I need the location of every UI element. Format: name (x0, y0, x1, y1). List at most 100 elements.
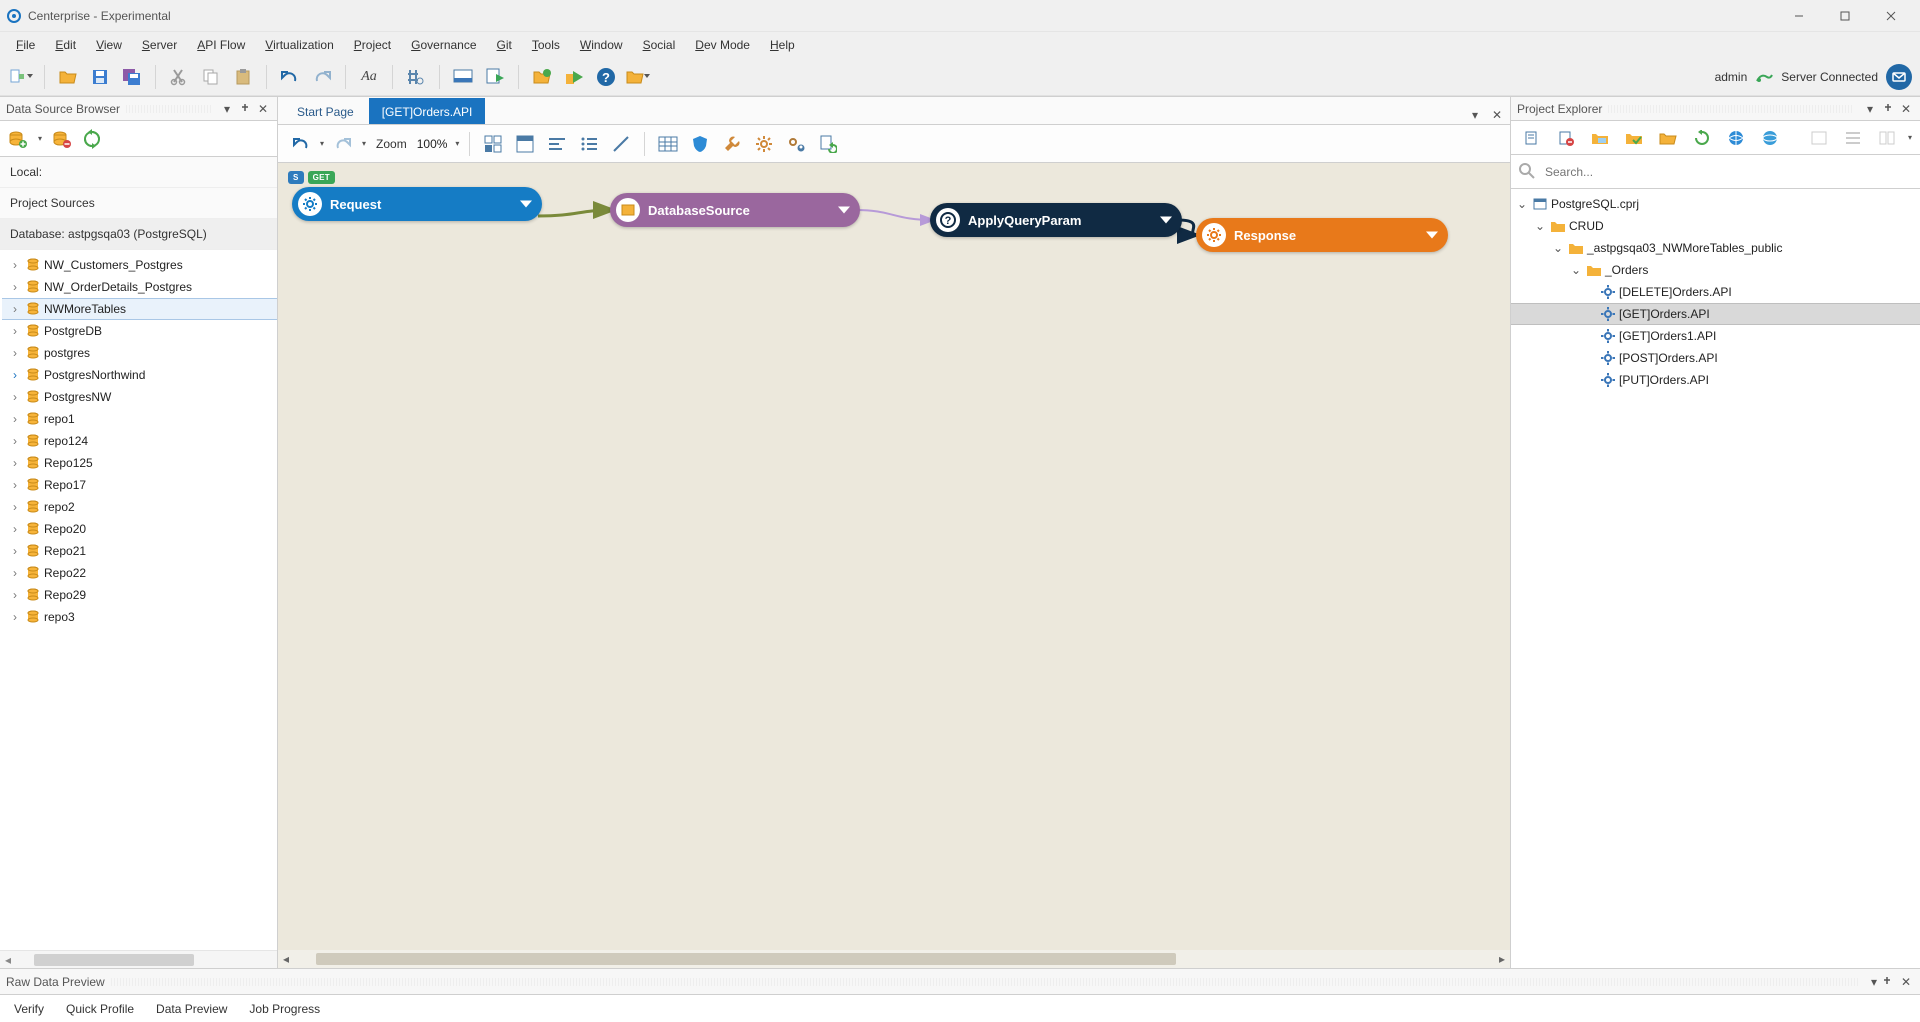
pe-globe-icon[interactable] (1757, 125, 1783, 151)
menu-governance[interactable]: Governance (403, 35, 484, 55)
raw-data-preview-header[interactable]: Raw Data Preview ▾ ✕ (0, 968, 1920, 994)
dsb-item[interactable]: ›Repo29 (2, 584, 277, 606)
panel-menu-button[interactable]: ▾ (219, 101, 235, 117)
refresh-button[interactable] (82, 129, 102, 149)
dsb-item[interactable]: ›Repo21 (2, 540, 277, 562)
menu-api-flow[interactable]: API Flow (189, 35, 253, 55)
table-icon[interactable] (655, 131, 681, 157)
document-tab[interactable]: [GET]Orders.API (369, 98, 486, 124)
pe-delete-button[interactable] (1553, 125, 1579, 151)
expander-icon[interactable]: › (8, 280, 22, 294)
expander-icon[interactable]: › (8, 346, 22, 360)
pe-api-item[interactable]: [DELETE]Orders.API (1511, 281, 1920, 303)
pe-globe-sync-icon[interactable] (1723, 125, 1749, 151)
open-project-button[interactable] (625, 64, 651, 90)
dsb-item[interactable]: ›Repo20 (2, 518, 277, 540)
bottom-tab-job-progress[interactable]: Job Progress (239, 998, 330, 1020)
expander-icon[interactable]: › (8, 302, 22, 316)
gear-icon[interactable] (751, 131, 777, 157)
run-button[interactable] (482, 64, 508, 90)
help-button[interactable]: ? (593, 64, 619, 90)
dsb-item[interactable]: ›PostgresNorthwind (2, 364, 277, 386)
pe-api-item[interactable]: [GET]Orders.API (1511, 303, 1920, 325)
menu-social[interactable]: Social (635, 35, 684, 55)
dsb-item[interactable]: ›NW_OrderDetails_Postgres (2, 276, 277, 298)
pe-folder-orders[interactable]: ⌄ _Orders (1511, 259, 1920, 281)
shield-icon[interactable] (687, 131, 713, 157)
pe-folder-open-icon[interactable] (1655, 125, 1681, 151)
expander-icon[interactable]: › (8, 522, 22, 536)
panel-menu-button[interactable]: ▾ (1866, 975, 1882, 989)
expander-icon[interactable]: › (8, 368, 22, 382)
dsb-tree[interactable]: ›NW_Customers_Postgres›NW_OrderDetails_P… (0, 250, 277, 950)
save-all-button[interactable] (119, 64, 145, 90)
redo-designer-button[interactable] (330, 131, 356, 157)
section-database[interactable]: Database: astpgsqa03 (PostgreSQL) (0, 219, 277, 250)
dsb-item[interactable]: ›Repo22 (2, 562, 277, 584)
pe-folder-mail-icon[interactable] (1587, 125, 1613, 151)
bottom-tab-data-preview[interactable]: Data Preview (146, 998, 237, 1020)
chevron-down-icon[interactable] (1426, 232, 1438, 239)
cut-button[interactable] (166, 64, 192, 90)
pin-icon[interactable] (1880, 101, 1896, 117)
menu-edit[interactable]: Edit (47, 35, 84, 55)
tab-close-button[interactable]: ✕ (1488, 106, 1506, 124)
chevron-down-icon[interactable] (1160, 217, 1172, 224)
menu-tools[interactable]: Tools (524, 35, 568, 55)
menu-server[interactable]: Server (134, 35, 185, 55)
pe-tree[interactable]: ⌄ PostgreSQL.cprj ⌄ CRUD ⌄ _astpgsqa03_N… (1511, 189, 1920, 968)
menu-view[interactable]: View (88, 35, 130, 55)
pe-view2-icon[interactable] (1840, 125, 1866, 151)
copy-button[interactable] (198, 64, 224, 90)
horizontal-scrollbar[interactable]: ◂ (0, 950, 277, 968)
new-button[interactable] (8, 64, 34, 90)
node-dbsource[interactable]: DatabaseSource (610, 193, 860, 227)
dsb-item[interactable]: ›Repo125 (2, 452, 277, 474)
chevron-down-icon[interactable] (520, 201, 532, 208)
node-response[interactable]: Response (1196, 218, 1448, 252)
chevron-down-icon[interactable] (838, 207, 850, 214)
dsb-item[interactable]: ›repo2 (2, 496, 277, 518)
expander-icon[interactable]: › (8, 500, 22, 514)
save-button[interactable] (87, 64, 113, 90)
minimize-button[interactable] (1776, 0, 1822, 32)
undo-designer-button[interactable] (288, 131, 314, 157)
scrollbar-thumb[interactable] (316, 953, 1176, 965)
expander-icon[interactable]: › (8, 324, 22, 338)
panel-close-button[interactable]: ✕ (1898, 975, 1914, 989)
expander-icon[interactable]: › (8, 566, 22, 580)
doc-refresh-icon[interactable] (815, 131, 841, 157)
redo-button[interactable] (309, 64, 335, 90)
play-all-button[interactable] (561, 64, 587, 90)
bottom-tab-quick-profile[interactable]: Quick Profile (56, 998, 144, 1020)
menu-project[interactable]: Project (346, 35, 399, 55)
pe-api-item[interactable]: [POST]Orders.API (1511, 347, 1920, 369)
zoom-value[interactable]: 100% (417, 137, 448, 151)
expander-icon[interactable]: › (8, 544, 22, 558)
paste-button[interactable] (230, 64, 256, 90)
pe-view3-icon[interactable] (1874, 125, 1900, 151)
menu-virtualization[interactable]: Virtualization (257, 35, 342, 55)
expander-icon[interactable]: › (8, 588, 22, 602)
undo-button[interactable] (277, 64, 303, 90)
expander-icon[interactable]: › (8, 412, 22, 426)
connector-icon[interactable] (608, 131, 634, 157)
scrollbar-thumb[interactable] (34, 954, 194, 966)
search-input[interactable] (1543, 164, 1912, 180)
section-local[interactable]: Local: (0, 157, 277, 188)
pe-root[interactable]: ⌄ PostgreSQL.cprj (1511, 193, 1920, 215)
expander-icon[interactable]: › (8, 258, 22, 272)
dsb-item[interactable]: ›postgres (2, 342, 277, 364)
messages-button[interactable] (1886, 64, 1912, 90)
canvas-horizontal-scrollbar[interactable]: ◂ ▸ (278, 950, 1510, 968)
align-left-icon[interactable] (544, 131, 570, 157)
layout-grid-button[interactable] (480, 131, 506, 157)
maximize-button[interactable] (1822, 0, 1868, 32)
node-applyqp[interactable]: ?ApplyQueryParam (930, 203, 1182, 237)
pe-new-button[interactable] (1519, 125, 1545, 151)
dsb-item[interactable]: ›repo1 (2, 408, 277, 430)
panel-close-button[interactable]: ✕ (255, 101, 271, 117)
add-connection-button[interactable] (8, 129, 28, 149)
font-button[interactable]: Aa (356, 64, 382, 90)
design-canvas[interactable]: S GET RequestDatabaseSource?ApplyQueryPa… (278, 163, 1510, 968)
